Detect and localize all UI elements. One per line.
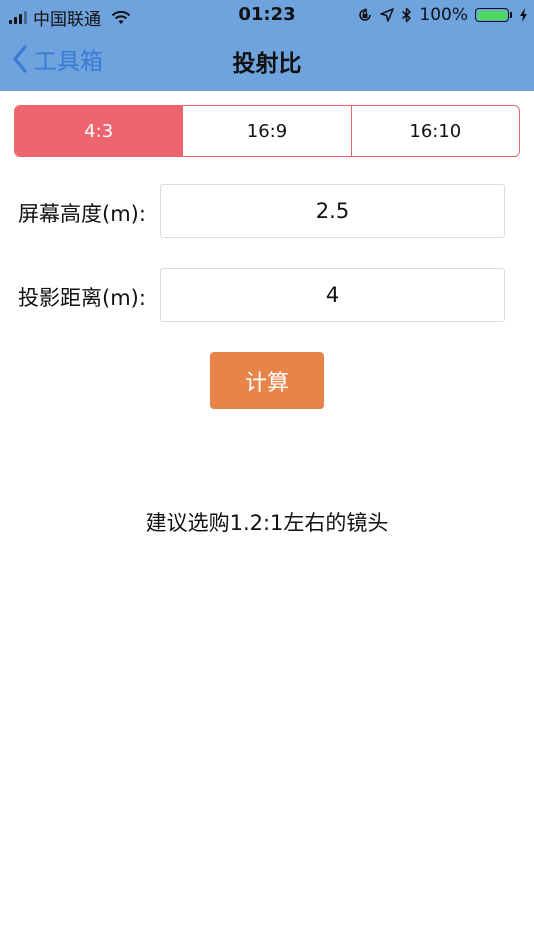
charging-bolt-icon: [520, 8, 527, 22]
status-right: 100%: [357, 5, 528, 25]
screen-height-label: 屏幕高度(m):: [18, 202, 146, 226]
result-text: 建议选购1.2:1左右的镜头: [145, 511, 389, 535]
bluetooth-icon: [402, 7, 412, 23]
projection-distance-input[interactable]: 4: [160, 268, 505, 322]
status-bar: 中国联通 01:23 100%: [0, 0, 534, 30]
tab-4-3[interactable]: 4:3: [15, 106, 183, 156]
projection-distance-label: 投影距离(m):: [18, 286, 146, 310]
top-bar: 中国联通 01:23 100% 工具箱 投射比: [0, 0, 534, 91]
orientation-lock-icon: [359, 8, 372, 21]
screen-height-input[interactable]: 2.5: [160, 184, 505, 238]
screen-height-row: 屏幕高度(m): 2.5: [0, 184, 534, 240]
tab-16-10[interactable]: 16:10: [350, 106, 519, 156]
calculate-button[interactable]: 计算: [210, 352, 324, 409]
page-title: 投射比: [232, 51, 302, 77]
aspect-ratio-segmented-control: 4:3 16:9 16:10: [14, 105, 520, 157]
navigation-bar: 工具箱 投射比: [0, 30, 534, 91]
battery-percent: 100%: [419, 5, 468, 25]
location-arrow-icon: [380, 8, 395, 22]
projection-distance-row: 投影距离(m): 4: [0, 268, 534, 324]
battery-icon: [475, 8, 512, 22]
tab-16-9[interactable]: 16:9: [182, 106, 351, 156]
